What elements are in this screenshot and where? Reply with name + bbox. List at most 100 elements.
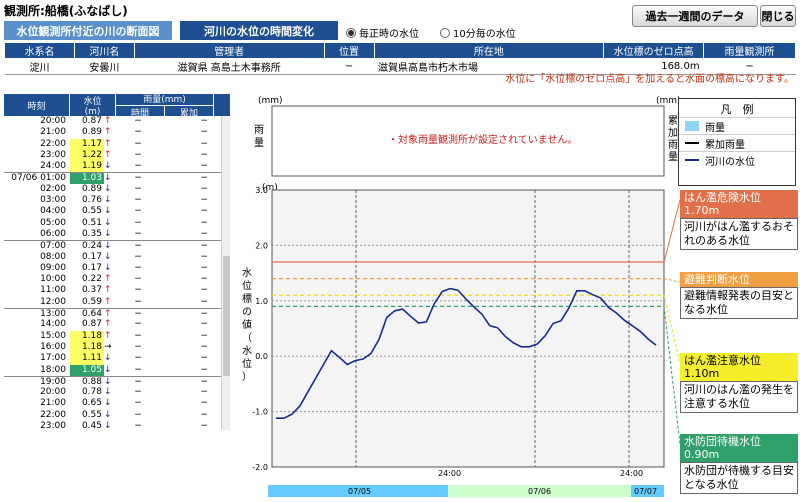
table-cell: 0.89 bbox=[81, 127, 102, 138]
table-cell: 11:00 bbox=[40, 285, 66, 296]
tab-cross-section[interactable]: 水位観測所付近の川の断面図 bbox=[4, 21, 172, 40]
table-cell: 04:00 bbox=[40, 206, 66, 217]
legend-item-label: 河川の水位 bbox=[705, 156, 755, 168]
table-cell: − bbox=[200, 409, 208, 420]
table-cell: − bbox=[200, 183, 208, 194]
table-cell: − bbox=[200, 217, 208, 228]
table-cell: ↑ bbox=[104, 138, 112, 149]
table-cell: − bbox=[200, 262, 208, 273]
y-tick-label: 3.0 bbox=[255, 186, 268, 195]
header-time: 時刻 bbox=[4, 94, 70, 116]
table-cell: 0.45 bbox=[81, 421, 102, 430]
tag-standby: 水防団待機水位 0.90m 水防団が待機する目安となる水位 bbox=[680, 434, 798, 494]
threshold-connector bbox=[663, 295, 681, 364]
table-cell: 0.64 bbox=[81, 309, 102, 320]
table-cell: ↑ bbox=[104, 274, 112, 285]
table-row: 23:00 0.45 ↓ − − bbox=[4, 421, 230, 430]
table-row: 12:00 0.59 ↑ − − bbox=[4, 297, 230, 308]
table-cell: 19:00 bbox=[40, 376, 66, 387]
zero-point-note: 水位に「水位標のゼロ点高」を加えると水面の標高になります。 bbox=[505, 74, 794, 85]
table-cell: 22:00 bbox=[40, 138, 66, 149]
tag-standby-title: 水防団待機水位 0.90m bbox=[680, 434, 798, 462]
table-cell: 07/06 01:00 bbox=[11, 173, 66, 184]
table-cell: 0.17 bbox=[81, 262, 102, 273]
table-row: 19:00 0.88 ↓ − − bbox=[4, 375, 230, 387]
table-cell: − bbox=[200, 421, 208, 430]
tag-title-text: 避難判断水位 bbox=[684, 273, 750, 286]
info-header: 水位標のゼロ点高 bbox=[603, 42, 705, 59]
table-cell: ↓ bbox=[104, 353, 112, 364]
radio-10min[interactable]: 10分毎の水位 bbox=[440, 25, 516, 40]
table-row: 04:00 0.55 ↓ − − bbox=[4, 206, 230, 217]
table-cell: 0.35 bbox=[81, 228, 102, 239]
table-row: 10:00 0.22 ↑ − − bbox=[4, 274, 230, 285]
rain-swatch-icon bbox=[685, 121, 699, 131]
table-cell: 13:00 bbox=[40, 309, 66, 320]
table-cell: 1.19 bbox=[70, 161, 104, 173]
table-cell: ↓ bbox=[104, 262, 112, 273]
header-level-unit: (m) bbox=[84, 106, 101, 117]
tag-standby-desc: 水防団が待機する目安となる水位 bbox=[680, 462, 798, 494]
y-tick-label: -2.0 bbox=[252, 463, 268, 472]
table-cell: 06:00 bbox=[40, 228, 66, 239]
table-row: 21:00 0.65 ↓ − − bbox=[4, 398, 230, 409]
table-cell: − bbox=[134, 309, 142, 320]
table-cell: 1.11 bbox=[70, 353, 104, 365]
close-button[interactable]: 閉じる bbox=[760, 5, 796, 27]
vertical-char: の bbox=[242, 307, 252, 318]
header-level: 水位 (m) bbox=[70, 94, 116, 117]
level-swatch-icon bbox=[685, 159, 699, 161]
info-header: 位置 bbox=[323, 42, 375, 59]
rain-right-unit: (mm) bbox=[656, 96, 681, 106]
radio-hourly-label: 毎正時の水位 bbox=[359, 29, 419, 40]
table-row: 16:00 1.18 → − − bbox=[4, 341, 230, 354]
vertical-char: 雨 bbox=[254, 125, 264, 136]
date-label: 07/05 bbox=[348, 487, 371, 496]
table-cell: 20:00 bbox=[40, 387, 66, 398]
table-row: 17:00 1.11 ↓ − − bbox=[4, 353, 230, 365]
table-cell: 1.18 bbox=[70, 330, 104, 342]
tag-caution-title: はん濫注意水位 1.10m bbox=[680, 353, 798, 381]
level-table-rows: 20:00 0.87 ↑ − −21:00 0.89 ↑ − −22:00 1.17 ↑ − −23:0… bbox=[4, 116, 230, 430]
y-axis-label: 水位標の値（水位） bbox=[242, 267, 252, 383]
legend-item-label: 雨量 bbox=[705, 122, 725, 134]
tag-value-text: 1.70m bbox=[684, 204, 720, 217]
table-row: 06:00 0.35 ↓ − − bbox=[4, 229, 230, 240]
table-cell: ↓ bbox=[104, 421, 112, 430]
table-cell: 23:00 bbox=[40, 421, 66, 430]
table-cell: − bbox=[134, 241, 142, 252]
table-cell: ↑ bbox=[104, 296, 112, 307]
table-cell: 12:00 bbox=[40, 296, 66, 307]
table-cell: ↓ bbox=[104, 217, 112, 228]
table-cell: ↓ bbox=[104, 398, 112, 409]
table-cell: − bbox=[134, 262, 142, 273]
table-row: 02:00 0.89 ↓ − − bbox=[4, 184, 230, 195]
legend-item-level: 河川の水位 bbox=[679, 151, 795, 168]
table-cell: − bbox=[134, 353, 142, 364]
table-cell: 0.55 bbox=[81, 206, 102, 217]
table-cell: − bbox=[134, 421, 142, 430]
table-cell: ↓ bbox=[104, 364, 112, 375]
past-week-button[interactable]: 過去一週間のデータ bbox=[632, 5, 758, 27]
table-cell: − bbox=[134, 274, 142, 285]
scrollbar-thumb[interactable] bbox=[223, 256, 230, 376]
table-cell: ↓ bbox=[104, 173, 112, 184]
table-cell: ↓ bbox=[104, 195, 112, 206]
vertical-char: 量 bbox=[254, 137, 264, 149]
table-cell: − bbox=[134, 173, 142, 184]
tag-value-text: 0.90m bbox=[684, 448, 720, 461]
table-row: 07/06 01:00 1.03 ↓ − − bbox=[4, 172, 230, 184]
table-scrollbar[interactable] bbox=[221, 116, 230, 430]
threshold-connector bbox=[663, 199, 681, 263]
table-row: 11:00 0.37 ↑ − − bbox=[4, 285, 230, 296]
table-cell: 0.22 bbox=[81, 274, 102, 285]
radio-dot-icon bbox=[440, 27, 450, 38]
tab-level-timeline[interactable]: 河川の水位の時間変化 bbox=[180, 21, 338, 40]
table-cell: − bbox=[200, 364, 208, 375]
table-cell: 0.87 bbox=[81, 319, 102, 330]
table-cell: 21:00 bbox=[40, 127, 66, 138]
legend: 凡 例 雨量 累加雨量 河川の水位 bbox=[678, 98, 796, 186]
date-bar-0705 bbox=[268, 485, 448, 497]
date-bar-0707 bbox=[631, 485, 664, 497]
radio-hourly[interactable]: 毎正時の水位 bbox=[346, 25, 419, 40]
